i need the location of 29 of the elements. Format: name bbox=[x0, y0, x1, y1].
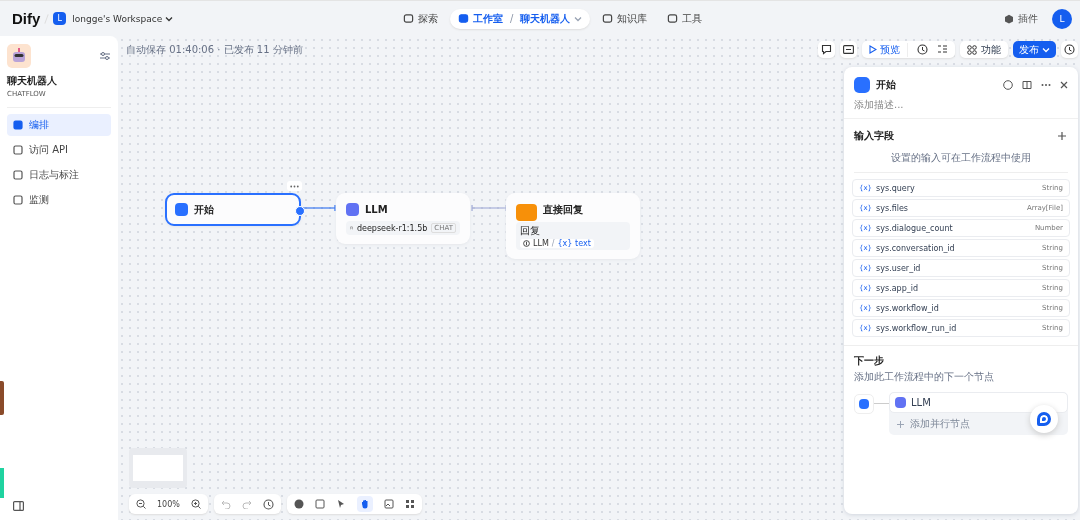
sidebar-item[interactable]: 日志与标注 bbox=[7, 164, 111, 186]
plugins-button[interactable]: 插件 bbox=[1004, 11, 1038, 26]
variable-reference: LLM / {x} text bbox=[520, 239, 594, 248]
sidebar-item[interactable]: 编排 bbox=[7, 114, 111, 136]
inputs-hint: 设置的输入可在工作流程中使用 bbox=[854, 143, 1068, 173]
dify-logo[interactable]: Dify bbox=[12, 10, 41, 27]
nav-tab[interactable]: 工具 bbox=[659, 8, 711, 29]
panel-title: 开始 bbox=[876, 78, 896, 92]
nav-tab[interactable]: 探索 bbox=[395, 8, 446, 29]
section-title: 输入字段 bbox=[854, 129, 894, 143]
answer-field: 回复 LLM / {x} text bbox=[516, 222, 630, 250]
section-title: 下一步 bbox=[854, 354, 885, 368]
next-node-item[interactable]: LLM bbox=[889, 392, 1068, 413]
next-step-hint: 添加此工作流程中的下一个节点 bbox=[854, 370, 995, 384]
user-avatar[interactable]: L bbox=[1052, 8, 1072, 29]
description-field[interactable]: 添加描述... bbox=[844, 93, 1078, 119]
features-button[interactable]: 功能 bbox=[960, 41, 1008, 58]
zoom-level[interactable]: 100% bbox=[157, 499, 180, 509]
nav-tab[interactable]: 知识库 bbox=[594, 8, 656, 29]
publish-button[interactable]: 发布 bbox=[1013, 41, 1056, 58]
workspace-avatar: L bbox=[53, 12, 67, 25]
workflow-node[interactable]: 直接回复 回复 LLM / {x} text bbox=[506, 193, 640, 259]
app-name: 聊天机器人 bbox=[7, 74, 58, 88]
sidebar-item[interactable]: 监测 bbox=[7, 189, 111, 211]
workspace-switcher[interactable]: longge's Workspace bbox=[72, 13, 174, 24]
autosave-status: 自动保存 01:40:06 · 已发布 11 分钟前 bbox=[126, 43, 303, 57]
add-parallel-node-button[interactable]: 添加并行节点 bbox=[889, 413, 1068, 435]
nav-tab[interactable]: 工作室 / 聊天机器人 bbox=[450, 8, 591, 29]
sidebar-item[interactable]: 访问 API bbox=[7, 139, 111, 161]
